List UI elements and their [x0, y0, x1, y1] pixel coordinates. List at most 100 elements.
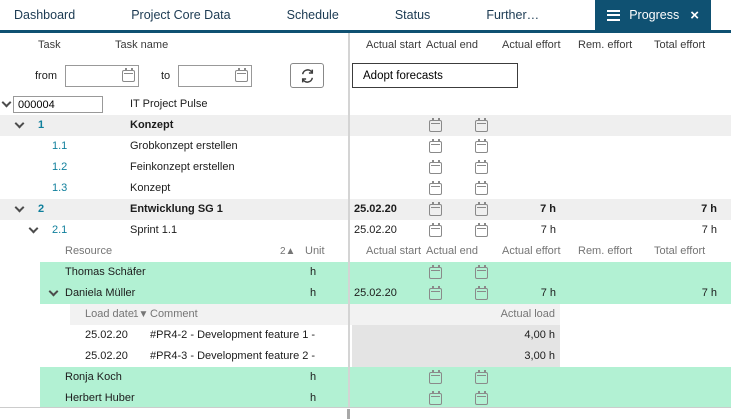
- chevron-down-icon[interactable]: [2, 98, 12, 108]
- resource-values: [350, 262, 731, 283]
- calendar-icon[interactable]: [475, 225, 488, 237]
- resource-name[interactable]: Daniela Müller: [65, 283, 135, 304]
- task-number-link[interactable]: 1.1: [52, 136, 67, 157]
- calendar-icon[interactable]: [429, 162, 442, 174]
- from-date-field[interactable]: [65, 65, 139, 87]
- unit-value: h: [310, 367, 316, 388]
- refresh-icon: [299, 68, 316, 84]
- task-tree: IT Project Pulse 1 Konzept 1.1 Grobkonze…: [0, 94, 731, 409]
- calendar-icon[interactable]: [475, 267, 488, 279]
- to-label: to: [161, 70, 170, 82]
- resource-name[interactable]: Herbert Huber: [65, 388, 135, 409]
- task-values: [350, 136, 731, 157]
- tab-further[interactable]: Further…: [486, 0, 539, 30]
- task-row[interactable]: 1 Konzept: [0, 115, 731, 136]
- actual-effort-value: 7 h: [490, 220, 556, 241]
- col-total-effort: Total effort: [654, 33, 731, 57]
- resource-name[interactable]: Ronja Koch: [65, 367, 122, 388]
- task-name: Feinkonzept erstellen: [130, 157, 235, 178]
- calendar-icon[interactable]: [475, 393, 488, 405]
- chevron-down-icon[interactable]: [15, 203, 25, 213]
- project-row[interactable]: IT Project Pulse: [0, 94, 731, 115]
- tab-bar: Dashboard Project Core Data Schedule Sta…: [0, 0, 731, 33]
- from-label: from: [35, 70, 57, 82]
- calendar-icon[interactable]: [122, 70, 135, 82]
- col-rem-effort: Rem. effort: [578, 33, 654, 57]
- col-actual-effort: Actual effort: [502, 241, 578, 262]
- load-row[interactable]: 25.02.20 #PR4-2 - Development feature 1 …: [0, 325, 731, 346]
- filter-row: from to Adopt forecasts: [0, 57, 731, 94]
- calendar-icon[interactable]: [429, 225, 442, 237]
- calendar-icon[interactable]: [475, 141, 488, 153]
- calendar-icon[interactable]: [429, 141, 442, 153]
- tab-status[interactable]: Status: [395, 0, 430, 30]
- calendar-icon[interactable]: [429, 183, 442, 195]
- tab-dashboard[interactable]: Dashboard: [14, 0, 75, 30]
- adopt-forecasts-button[interactable]: Adopt forecasts: [352, 63, 518, 88]
- tab-project-core-data[interactable]: Project Core Data: [131, 0, 230, 30]
- task-number-link[interactable]: 1: [38, 115, 44, 136]
- resource-row[interactable]: Daniela Müller h 25.02.20 7 h 7 h: [0, 283, 731, 304]
- task-row[interactable]: 1.2 Feinkonzept erstellen: [0, 157, 731, 178]
- col-load-date[interactable]: Load date: [85, 304, 134, 325]
- tab-label: Further…: [486, 8, 539, 22]
- task-number-link[interactable]: 1.3: [52, 178, 67, 199]
- refresh-button[interactable]: [290, 63, 324, 88]
- chevron-down-icon[interactable]: [29, 224, 39, 234]
- task-number-link[interactable]: 2.1: [52, 220, 67, 241]
- load-comment-value: #PR4-3 - Development feature 2 -: [150, 346, 315, 367]
- calendar-icon[interactable]: [429, 120, 442, 132]
- load-row[interactable]: 25.02.20 #PR4-3 - Development feature 2 …: [0, 346, 731, 367]
- tab-schedule[interactable]: Schedule: [287, 0, 339, 30]
- task-name: Konzept: [130, 178, 170, 199]
- sort-ascending-icon[interactable]: 2▲: [280, 241, 295, 262]
- chevron-down-icon[interactable]: [15, 119, 25, 129]
- resource-row[interactable]: Herbert Huber h: [0, 388, 731, 409]
- col-resource[interactable]: Resource: [65, 241, 112, 262]
- tab-label: Schedule: [287, 8, 339, 22]
- col-comment: Comment: [150, 304, 198, 325]
- resource-name[interactable]: Thomas Schäfer: [65, 262, 146, 283]
- resource-row[interactable]: Ronja Koch h: [0, 367, 731, 388]
- task-number-link[interactable]: 1.2: [52, 157, 67, 178]
- task-row[interactable]: 2.1 Sprint 1.1 25.02.20 7 h 7 h: [0, 220, 731, 241]
- task-number-link[interactable]: 2: [38, 199, 44, 220]
- close-icon[interactable]: ×: [690, 8, 699, 23]
- horizontal-scrollbar[interactable]: [0, 407, 731, 419]
- menu-icon[interactable]: [607, 10, 620, 21]
- project-id-input[interactable]: [13, 96, 103, 113]
- calendar-icon[interactable]: [475, 288, 488, 300]
- calendar-icon[interactable]: [475, 204, 488, 216]
- to-date-field[interactable]: [178, 65, 252, 87]
- sort-descending-icon[interactable]: 1▼: [133, 304, 148, 325]
- calendar-icon[interactable]: [475, 183, 488, 195]
- calendar-icon[interactable]: [235, 70, 248, 82]
- task-name: Konzept: [130, 115, 173, 136]
- from-date-input[interactable]: [69, 70, 122, 82]
- calendar-icon[interactable]: [429, 393, 442, 405]
- date-filter-controls: from to: [0, 63, 350, 88]
- tab-progress[interactable]: Progress ×: [595, 0, 711, 30]
- calendar-icon[interactable]: [429, 267, 442, 279]
- col-actual-load: Actual load: [501, 304, 555, 325]
- calendar-icon[interactable]: [429, 288, 442, 300]
- col-unit: Unit: [305, 241, 325, 262]
- task-row[interactable]: 1.3 Konzept: [0, 178, 731, 199]
- tab-label: Project Core Data: [131, 8, 230, 22]
- task-row[interactable]: 1.1 Grobkonzept erstellen: [0, 136, 731, 157]
- calendar-icon[interactable]: [429, 372, 442, 384]
- task-row[interactable]: 2 Entwicklung SG 1 25.02.20 7 h 7 h: [0, 199, 731, 220]
- calendar-icon[interactable]: [429, 204, 442, 216]
- load-comment-value: #PR4-2 - Development feature 1 -: [150, 325, 315, 346]
- col-actual-start: Actual start: [350, 241, 426, 262]
- task-values: 25.02.20 7 h 7 h: [350, 220, 731, 241]
- pane-divider[interactable]: [348, 33, 350, 407]
- calendar-icon[interactable]: [475, 162, 488, 174]
- calendar-icon[interactable]: [475, 372, 488, 384]
- task-name: Entwicklung SG 1: [130, 199, 223, 220]
- to-date-input[interactable]: [182, 70, 235, 82]
- unit-value: h: [310, 283, 316, 304]
- col-actual-effort: Actual effort: [502, 33, 578, 57]
- calendar-icon[interactable]: [475, 120, 488, 132]
- resource-row[interactable]: Thomas Schäfer h: [0, 262, 731, 283]
